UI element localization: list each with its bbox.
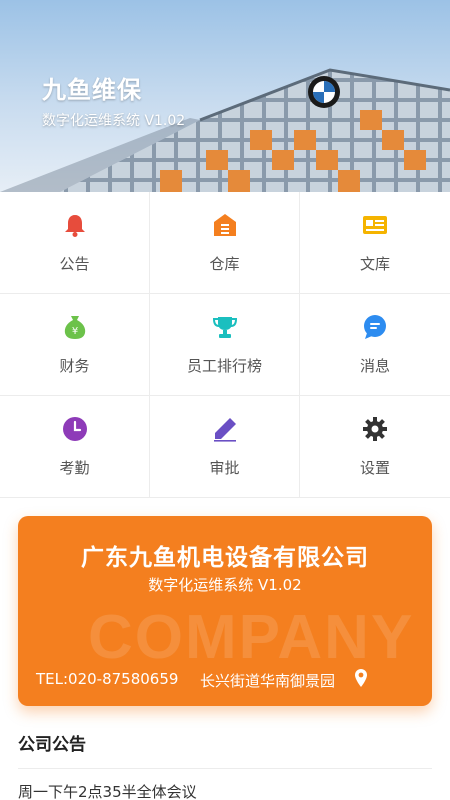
company-phone[interactable]: TEL:020-87580659 (36, 670, 178, 688)
money-bag-icon: ¥ (61, 313, 89, 341)
app-subtitle: 数字化运维系统 V1.02 (42, 113, 186, 129)
company-name: 广东九鱼机电设备有限公司 (81, 545, 369, 571)
gear-icon (361, 415, 389, 443)
grid-item-settings[interactable]: 设置 (300, 396, 450, 498)
bell-icon (61, 211, 89, 239)
grid-item-label: 财务 (59, 357, 90, 375)
warehouse-icon (211, 211, 239, 239)
grid-item-label: 文库 (359, 255, 390, 273)
notice-item[interactable]: 周一下午2点35半全体会议 (18, 781, 197, 800)
grid-item-warehouse[interactable]: 仓库 (150, 192, 300, 294)
feature-grid: 公告 仓库 文库 ¥ 财务 员工排行榜 消息 考勤 审批 设置 (0, 192, 450, 498)
grid-item-label: 消息 (359, 357, 390, 375)
hero-banner: 九鱼维保 数字化运维系统 V1.02 (0, 0, 450, 192)
grid-item-label: 审批 (209, 459, 240, 477)
grid-item-ranking[interactable]: 员工排行榜 (150, 294, 300, 396)
grid-item-label: 仓库 (209, 255, 240, 273)
trophy-icon (211, 313, 239, 341)
grid-item-announcement[interactable]: 公告 (0, 192, 150, 294)
library-card-icon (361, 211, 389, 239)
grid-item-library[interactable]: 文库 (300, 192, 450, 294)
grid-item-label: 考勤 (59, 459, 90, 477)
grid-item-label: 设置 (359, 459, 390, 477)
grid-item-label: 员工排行榜 (186, 357, 262, 375)
chat-bubble-icon (361, 313, 389, 341)
svg-text:¥: ¥ (71, 326, 77, 337)
notice-section-title: 公司公告 (18, 735, 86, 755)
divider (18, 768, 432, 769)
company-card[interactable]: COMPANY 广东九鱼机电设备有限公司 数字化运维系统 V1.02 TEL:0… (18, 516, 432, 706)
company-address[interactable]: 长兴街道华南御景园 (200, 670, 335, 691)
grid-item-finance[interactable]: ¥ 财务 (0, 294, 150, 396)
grid-item-messages[interactable]: 消息 (300, 294, 450, 396)
grid-item-approval[interactable]: 审批 (150, 396, 300, 498)
grid-item-attendance[interactable]: 考勤 (0, 396, 150, 498)
location-pin-icon (355, 669, 367, 687)
system-version: 数字化运维系统 V1.02 (148, 576, 302, 594)
grid-item-label: 公告 (59, 255, 90, 273)
app-title: 九鱼维保 (42, 76, 142, 104)
clock-icon (61, 415, 89, 443)
pencil-icon (211, 415, 239, 443)
card-watermark: COMPANY (88, 603, 415, 672)
